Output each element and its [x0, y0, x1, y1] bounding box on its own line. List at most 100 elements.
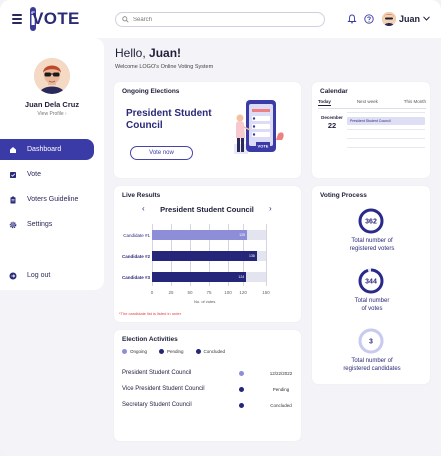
voting-process-label: Total number of votes: [312, 298, 432, 313]
voting-process-label: Total number of registered candidates: [312, 358, 432, 373]
activity-row[interactable]: Secretary Student Council Concluded: [122, 402, 298, 414]
card-title: Calendar: [320, 88, 348, 95]
label-line: Total number of: [351, 238, 393, 244]
legend-label: Concluded: [203, 349, 226, 354]
search-icon: [122, 16, 129, 23]
app-logo[interactable]: i VOTE: [30, 7, 79, 31]
activities-legend: Ongoing Pending Concluded: [122, 349, 237, 354]
bar-track: 138: [152, 251, 266, 261]
hamburger-menu-icon[interactable]: [12, 14, 22, 24]
bar-category-label: Candidate #2: [121, 254, 150, 259]
user-name[interactable]: Juan: [399, 14, 420, 24]
sidebar-item-dashboard[interactable]: Dashboard: [0, 139, 94, 160]
sidebar-item-vote[interactable]: Vote: [0, 164, 94, 185]
x-tick-label: 0: [150, 290, 154, 295]
x-tick-label: 120: [239, 290, 247, 295]
sidebar-item-label: Vote: [27, 171, 42, 178]
progress-ring: 3: [358, 328, 384, 354]
chevron-right-icon[interactable]: ›: [269, 204, 272, 213]
card-title: Ongoing Elections: [122, 88, 180, 95]
card-title: Election Activities: [122, 336, 178, 343]
gear-icon: [9, 221, 17, 228]
calendar-day: 22: [327, 121, 337, 130]
top-bar: i VOTE Juan: [0, 0, 441, 38]
bar[interactable]: 125: [152, 230, 247, 240]
progress-ring: 362: [358, 208, 384, 234]
ring-value: 362: [365, 219, 377, 226]
calendar-grid-line: [347, 147, 425, 148]
calendar-grid-line: [347, 129, 425, 130]
user-avatar[interactable]: [382, 12, 396, 26]
legend-label: Ongoing: [130, 349, 148, 354]
legend-dot: [122, 349, 127, 354]
greeting-hello: Hello,: [115, 46, 150, 60]
chevron-left-icon[interactable]: ‹: [142, 204, 145, 213]
label-line: of votes: [361, 305, 383, 312]
ballot-icon: [10, 171, 16, 178]
help-icon[interactable]: [364, 14, 374, 24]
home-icon: [10, 146, 16, 153]
label-line: Total number: [354, 298, 390, 304]
ongoing-election-name: President Student Council: [126, 108, 212, 131]
activity-row[interactable]: Vice President Student Council Pending: [122, 386, 298, 398]
status-dot: [239, 387, 244, 392]
vote-box-label: VOTE: [258, 143, 269, 148]
live-results-note: *The candidate list is listed in order: [119, 311, 182, 316]
sidebar-item-label: Dashboard: [27, 146, 62, 153]
bar[interactable]: 124: [152, 272, 247, 282]
bar-value-label: 125: [239, 233, 245, 237]
legend-dot: [195, 349, 201, 354]
activity-status: Concluded: [270, 403, 292, 408]
election-activities-card: Election Activities Ongoing Pending Conc…: [114, 330, 301, 441]
x-axis-label: No. of votes: [194, 299, 216, 304]
legend-dot: [159, 349, 165, 354]
greeting-title: Hello, Juan!: [115, 46, 181, 60]
greeting-name: Juan!: [149, 46, 182, 60]
logout-icon: [9, 272, 17, 279]
welcome-text: Welcome LOGO's Online Voting System: [115, 64, 214, 70]
bar[interactable]: 138: [152, 251, 257, 261]
profile-avatar: [34, 58, 70, 94]
view-profile-link[interactable]: View Profile ›: [0, 111, 104, 117]
sidebar-item-voters-guideline[interactable]: Voters Guideline: [0, 189, 94, 210]
activity-row[interactable]: President Student Council 12/22/2022: [122, 370, 298, 382]
sidebar-item-label: Log out: [27, 272, 51, 279]
card-title: Voting Process: [320, 192, 367, 199]
label-line: Total number of: [351, 358, 393, 364]
voting-process-label: Total number of registered voters: [312, 238, 432, 253]
tab-next-week[interactable]: Next week: [357, 99, 378, 106]
search-bar[interactable]: [115, 12, 325, 27]
legend-concluded: Concluded: [195, 349, 226, 354]
calendar-card: Calendar Today Next week This Month Dece…: [312, 82, 430, 178]
card-title: Live Results: [122, 192, 161, 199]
ring-value: 3: [369, 339, 373, 346]
calendar-grid-line: [347, 138, 425, 139]
sidebar: Juan Dela Cruz View Profile › Dashboard …: [0, 38, 104, 290]
status-dot: [239, 371, 244, 376]
status-dot: [239, 403, 244, 408]
chevron-down-icon[interactable]: [423, 16, 430, 21]
ongoing-elections-card: Ongoing Elections President Student Coun…: [114, 82, 301, 178]
sidebar-item-logout[interactable]: Log out: [0, 265, 94, 286]
sidebar-item-settings[interactable]: Settings: [0, 214, 94, 235]
search-input[interactable]: [133, 16, 313, 23]
activity-name: Secretary Student Council: [122, 402, 192, 408]
bar-track: 124: [152, 272, 266, 282]
legend-ongoing: Ongoing: [122, 349, 147, 354]
calendar-grid-line: [347, 112, 425, 113]
legend-pending: Pending: [159, 349, 184, 354]
tab-today[interactable]: Today: [318, 99, 331, 106]
label-line: registered candidates: [343, 365, 401, 372]
x-tick-label: 50: [187, 290, 193, 295]
bell-icon[interactable]: [347, 14, 357, 24]
label-line: registered voters: [349, 245, 395, 252]
activity-status: Pending: [272, 387, 290, 392]
activity-name: Vice President Student Council: [122, 386, 205, 392]
bar-category-label: Candidate #3: [121, 275, 150, 280]
legend-label: Pending: [167, 349, 184, 354]
bar-track: 125: [152, 230, 266, 240]
calendar-event[interactable]: President Student Council: [347, 117, 425, 125]
vote-now-button[interactable]: Vote now: [130, 146, 193, 160]
x-tick-label: 25: [168, 290, 174, 295]
tab-this-month[interactable]: This Month: [404, 99, 426, 106]
